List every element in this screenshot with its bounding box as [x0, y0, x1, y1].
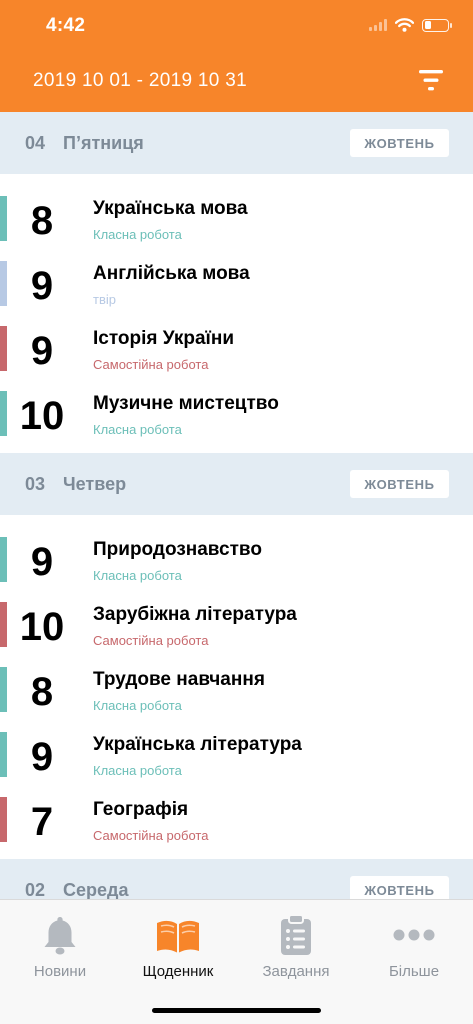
work-type: Класна робота	[93, 763, 182, 778]
grade-value: 8	[30, 670, 54, 714]
day-number: 03	[25, 474, 46, 494]
filter-button[interactable]	[415, 68, 447, 94]
work-type: Класна робота	[93, 422, 182, 437]
month-button[interactable]: ЖОВТЕНЬ	[350, 876, 449, 899]
status-time: 4:42	[46, 15, 86, 36]
grade-row[interactable]: 7 Географія Самостійна робота	[0, 785, 473, 850]
grade-row[interactable]: 8 Трудове навчання Класна робота	[0, 655, 473, 720]
tab-label: Новини	[33, 963, 87, 980]
subject-name: Англійська мова	[93, 263, 250, 284]
work-type-color-bar	[0, 326, 7, 371]
month-button[interactable]: ЖОВТЕНЬ	[350, 470, 449, 498]
work-type: Класна робота	[93, 568, 182, 583]
work-type: Самостійна робота	[93, 357, 209, 372]
tab-more[interactable]: Більше	[355, 914, 473, 980]
grade-row[interactable]: 9 Українська література Класна робота	[0, 720, 473, 785]
subject-name: Українська мова	[93, 198, 248, 219]
subject-name: Географія	[93, 799, 189, 820]
cellular-signal-icon	[369, 19, 387, 31]
more-icon	[355, 914, 473, 956]
bell-icon	[1, 914, 119, 956]
clipboard-icon	[237, 914, 355, 956]
work-type: Самостійна робота	[93, 828, 209, 843]
grade-value: 9	[30, 264, 54, 308]
work-type-color-bar	[0, 667, 7, 712]
work-type-color-bar	[0, 196, 7, 241]
work-type: твір	[93, 292, 116, 307]
tab-label: Щоденник	[142, 963, 214, 980]
day-header: 03 Четвер ЖОВТЕНЬ	[0, 453, 473, 515]
grade-row[interactable]: 9 Англійська мова твір	[0, 249, 473, 314]
work-type-color-bar	[0, 261, 7, 306]
grade-row[interactable]: 8 Українська мова Класна робота	[0, 184, 473, 249]
day-number: 04	[25, 133, 46, 153]
grade-value: 9	[30, 329, 54, 373]
work-type-color-bar	[0, 537, 7, 582]
diary-list[interactable]: 04 П’ятниця ЖОВТЕНЬ 8 Українська мова Класна …	[0, 112, 473, 899]
grade-row[interactable]: 10 Музичне мистецтво Класна робота	[0, 379, 473, 444]
subject-name: Українська література	[93, 734, 302, 755]
grade-value: 9	[30, 540, 54, 584]
book-icon	[119, 914, 237, 956]
month-button[interactable]: ЖОВТЕНЬ	[350, 129, 449, 157]
day-number: 02	[25, 880, 46, 899]
subject-name: Природознавство	[93, 539, 262, 560]
grade-value: 8	[30, 199, 54, 243]
tab-label: Завдання	[262, 963, 330, 980]
tab-diary[interactable]: Щоденник	[119, 914, 237, 980]
grade-row[interactable]: 9 Природознавство Класна робота	[0, 525, 473, 590]
work-type-color-bar	[0, 797, 7, 842]
home-indicator	[152, 1008, 321, 1013]
grade-value: 10	[19, 394, 65, 438]
work-type: Класна робота	[93, 227, 182, 242]
subject-name: Зарубіжна література	[93, 604, 297, 625]
day-grades: 9 Природознавство Класна робота 10 Зарубіжна…	[0, 515, 473, 859]
work-type: Класна робота	[93, 698, 182, 713]
battery-level	[424, 21, 432, 29]
day-name: Середа	[63, 880, 129, 899]
subject-name: Історія України	[93, 328, 235, 349]
grade-row[interactable]: 9 Історія України Самостійна робота	[0, 314, 473, 379]
work-type-color-bar	[0, 732, 7, 777]
day-grades: 8 Українська мова Класна робота 9 Англійська…	[0, 174, 473, 453]
day-header: 02 Середа ЖОВТЕНЬ	[0, 859, 473, 899]
filter-icon	[419, 70, 443, 91]
work-type: Самостійна робота	[93, 633, 209, 648]
app-header: 4:42 2019 10 01 - 2019 10 31	[0, 0, 473, 112]
battery-icon	[422, 18, 452, 32]
grade-value: 7	[30, 800, 54, 844]
tab-news[interactable]: Новини	[1, 914, 119, 980]
tab-bar: Новини Щоденник Завдання Більше	[0, 899, 473, 1024]
subject-name: Трудове навчання	[93, 669, 265, 690]
date-range-label: 2019 10 01 - 2019 10 31	[33, 70, 247, 91]
tab-tasks[interactable]: Завдання	[237, 914, 355, 980]
grade-value: 9	[30, 735, 54, 779]
grade-value: 10	[19, 605, 65, 649]
day-name: Четвер	[63, 474, 127, 494]
work-type-color-bar	[0, 391, 7, 436]
status-icons	[369, 14, 452, 36]
wifi-icon	[395, 18, 414, 32]
tab-label: Більше	[388, 963, 440, 980]
subject-name: Музичне мистецтво	[93, 393, 279, 414]
day-header: 04 П’ятниця ЖОВТЕНЬ	[0, 112, 473, 174]
grade-row[interactable]: 10 Зарубіжна література Самостійна робота	[0, 590, 473, 655]
day-name: П’ятниця	[63, 133, 144, 153]
work-type-color-bar	[0, 602, 7, 647]
